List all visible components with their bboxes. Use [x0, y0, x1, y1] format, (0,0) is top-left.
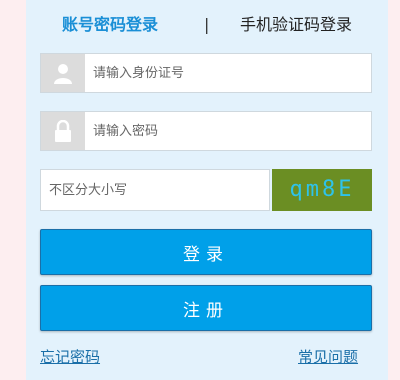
tab-account-login[interactable]: 账号密码登录 — [62, 14, 158, 36]
captcha-field — [40, 169, 270, 211]
password-field — [40, 111, 372, 151]
tab-separator: | — [204, 15, 210, 34]
login-button[interactable]: 登录 — [40, 229, 372, 275]
captcha-input[interactable] — [49, 170, 261, 210]
password-input[interactable] — [93, 112, 363, 150]
register-button[interactable]: 注册 — [40, 285, 372, 331]
login-tabs: 账号密码登录 | 手机验证码登录 — [26, 0, 388, 52]
tab-sms-login[interactable]: 手机验证码登录 — [240, 14, 352, 36]
forgot-password-link[interactable]: 忘记密码 — [40, 346, 100, 367]
captcha-image[interactable]: qm8E — [272, 169, 372, 211]
id-number-field — [40, 53, 372, 93]
login-panel: 账号密码登录 | 手机验证码登录 qm8E 登录 注册 忘记密码 常见问题 — [26, 0, 388, 380]
faq-link[interactable]: 常见问题 — [298, 346, 358, 367]
user-icon — [41, 54, 85, 92]
id-number-input[interactable] — [93, 54, 363, 92]
lock-icon — [41, 112, 85, 150]
